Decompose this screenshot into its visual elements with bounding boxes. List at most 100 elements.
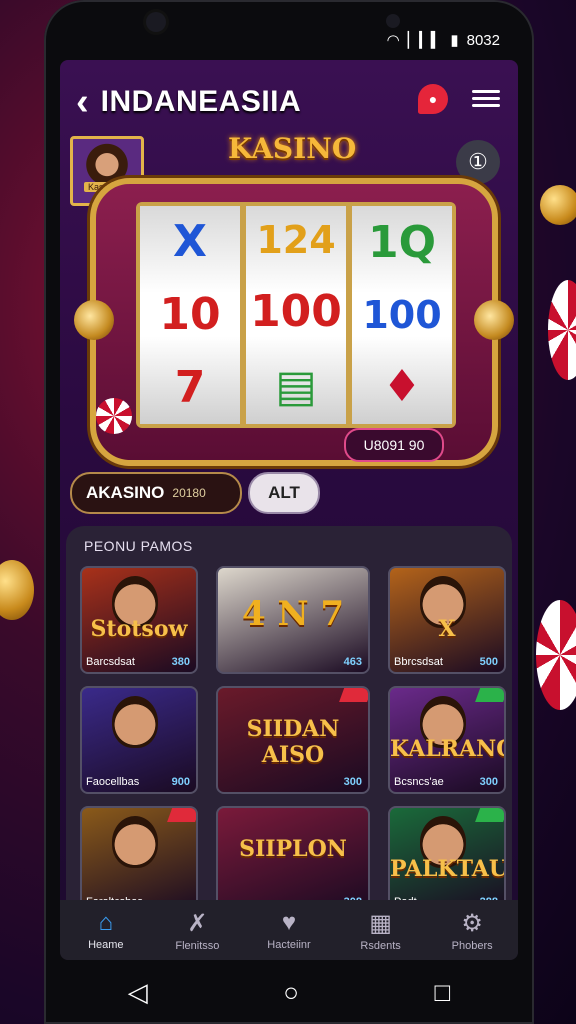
- app-title: INDANEASIIA: [100, 85, 302, 118]
- game-title: PALKTAUR: [390, 856, 504, 882]
- system-back-icon[interactable]: ◁: [128, 977, 148, 1008]
- reel: 124 100 ▤: [246, 206, 346, 424]
- nav-label: Heame: [88, 939, 124, 951]
- tab-alt[interactable]: ALT: [248, 472, 320, 514]
- gift-bag-icon: ♦: [382, 360, 422, 412]
- status-time: 8032: [466, 31, 500, 49]
- help-icon: ①: [468, 149, 488, 174]
- game-provider: Barcsdsat: [86, 656, 135, 668]
- wifi-icon: ◠: [386, 32, 400, 49]
- game-provider: Faocellbas: [86, 776, 140, 788]
- system-home-icon[interactable]: ○: [283, 977, 299, 1008]
- nav-label: Flenitsso: [175, 939, 220, 952]
- app-screen: ‹ INDANEASIIA ● Kasino KASINO ① X 10 7 1…: [60, 60, 518, 960]
- reel-symbol: 100: [362, 292, 442, 337]
- reel-symbol: 7: [174, 361, 206, 413]
- game-value: 463: [343, 656, 362, 668]
- reel-symbol: 100: [250, 285, 342, 337]
- menu-icon[interactable]: [472, 86, 500, 110]
- nav-item-4[interactable]: ⚙ Phobers: [426, 900, 518, 960]
- system-navigation: ◁ ○ □: [60, 962, 518, 1022]
- corner-ribbon: [167, 808, 196, 822]
- tab-label: AKASINO: [86, 483, 165, 502]
- game-card[interactable]: Faocellbas 900: [80, 686, 198, 794]
- game-title: X: [438, 616, 456, 642]
- game-footer: Bbrcsdsat 500: [394, 656, 498, 668]
- game-value: 380: [171, 656, 190, 668]
- nav-item-2[interactable]: ♥ Hacteiinr: [243, 900, 335, 960]
- signal-icon: ▏▎▍: [407, 32, 443, 49]
- game-provider: Bbrcsdsat: [394, 656, 443, 668]
- game-footer: Barcsdsat 380: [86, 656, 190, 668]
- reel-symbol: 1Q: [367, 217, 437, 269]
- slot-machine[interactable]: X 10 7 124 100 ▤ 1Q 100 ♦: [74, 178, 514, 466]
- reel-symbol: 124: [256, 218, 336, 263]
- reel-symbol: X: [173, 216, 207, 268]
- game-character-art: [112, 816, 158, 868]
- tab-akasino[interactable]: AKASINO 20180: [70, 472, 242, 514]
- game-card[interactable]: Faroltcsbas: [80, 806, 198, 914]
- nav-item-1[interactable]: ✗ Flenitsso: [152, 900, 244, 960]
- right-knob-icon[interactable]: [474, 300, 514, 340]
- game-card[interactable]: X Bbrcsdsat 500: [388, 566, 506, 674]
- reel-symbol: 10: [159, 288, 221, 340]
- background-chip: [536, 600, 576, 710]
- game-value: 900: [171, 776, 190, 788]
- game-value: 300: [479, 776, 498, 788]
- tab-sub-label: 20180: [172, 486, 206, 500]
- game-footer: Faocellbas 900: [86, 776, 190, 788]
- game-title: Stotsow: [90, 616, 188, 642]
- game-title: SIIPLON: [239, 836, 347, 862]
- game-footer: 300: [222, 776, 362, 788]
- game-provider: Bcsncs'ae: [394, 776, 444, 788]
- game-footer: 463: [222, 656, 362, 668]
- game-title: SIIDAN AISO: [246, 716, 340, 768]
- slot-banner[interactable]: Kasino KASINO ① X 10 7 124 100 ▤ 1Q 100: [60, 130, 518, 520]
- poker-chips-icon: [96, 398, 132, 434]
- game-character-art: [112, 696, 158, 748]
- nav-label: Hacteiinr: [267, 939, 311, 951]
- nav-item-3[interactable]: ▦ Rsdents: [335, 900, 427, 960]
- system-recents-icon[interactable]: □: [435, 977, 451, 1008]
- nav-icon: ♥: [281, 909, 297, 936]
- games-grid: Stotsow Barcsdsat 380 4 N 7 463 X Bbrcsdsat 500…: [80, 566, 506, 914]
- game-card[interactable]: SIIDAN AISO 300: [216, 686, 370, 794]
- nav-icon: ▦: [369, 909, 392, 937]
- game-card[interactable]: PALKTAURPadt288: [388, 806, 506, 914]
- tab-label: ALT: [268, 483, 300, 502]
- game-card[interactable]: SIIPLON308: [216, 806, 370, 914]
- nav-label: Phobers: [451, 939, 493, 952]
- nav-label: Rsdents: [360, 939, 401, 952]
- background-coin: [540, 185, 576, 225]
- kasino-logo: KASINO: [228, 132, 357, 165]
- cash-stack-icon: ▤: [275, 360, 317, 412]
- game-footer: Bcsncs'ae 300: [394, 776, 498, 788]
- reel: X 10 7: [140, 206, 240, 424]
- battery-icon: ▮: [450, 32, 459, 49]
- corner-ribbon: [475, 688, 504, 702]
- tab-bar: AKASINO 20180 ALT: [70, 472, 320, 514]
- game-title: 4 N 7: [241, 594, 345, 634]
- section-title: PEONU PAMOS: [84, 538, 193, 554]
- nav-icon: ⚙: [461, 909, 483, 937]
- game-card[interactable]: 4 N 7 463: [216, 566, 370, 674]
- coin-balance-badge[interactable]: U8091 90: [344, 428, 444, 462]
- back-button[interactable]: ‹: [76, 83, 89, 121]
- reel: 1Q 100 ♦: [352, 206, 452, 424]
- slot-reels: X 10 7 124 100 ▤ 1Q 100 ♦: [136, 202, 456, 428]
- game-card[interactable]: KALRANO Bcsncs'ae 300: [388, 686, 506, 794]
- game-value: 300: [343, 776, 362, 788]
- bottom-navigation: ⌂ Heame ✗ Flenitsso ♥ Hacteiinr ▦ Rsdents ⚙ Phobe…: [60, 900, 518, 960]
- app-header: ‹ INDANEASIIA ●: [60, 70, 518, 134]
- chat-icon[interactable]: ●: [418, 84, 448, 114]
- status-bar: ◠ ▏▎▍ ▮ 8032: [60, 26, 518, 54]
- game-title: KALRANO: [390, 736, 506, 762]
- corner-ribbon: [339, 688, 368, 702]
- game-card[interactable]: Stotsow Barcsdsat 380: [80, 566, 198, 674]
- nav-icon: ⌂: [98, 909, 114, 936]
- corner-ribbon: [475, 808, 504, 822]
- background-coin: [0, 560, 34, 620]
- nav-icon: ✗: [187, 909, 208, 937]
- nav-item-0[interactable]: ⌂ Heame: [60, 900, 152, 960]
- game-value: 500: [479, 656, 498, 668]
